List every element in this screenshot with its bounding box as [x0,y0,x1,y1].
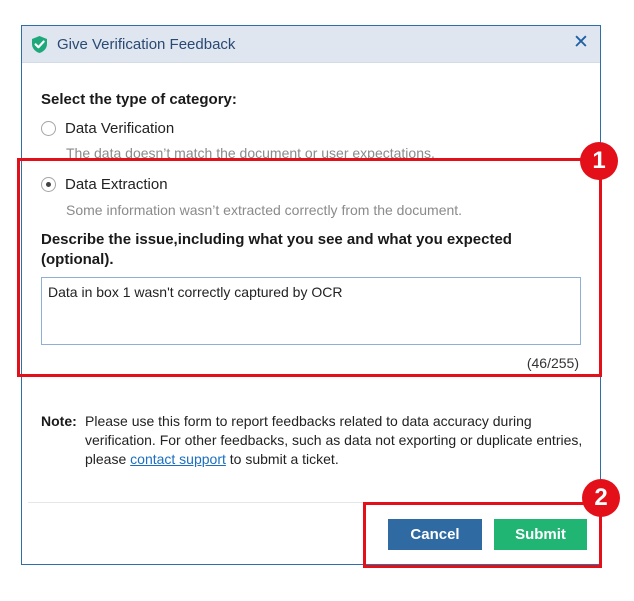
highlight-box-1 [17,158,602,377]
contact-support-link[interactable]: contact support [130,451,226,467]
dialog-titlebar: Give Verification Feedback ✕ [22,26,600,63]
verified-check-icon [30,35,49,54]
close-icon[interactable]: ✕ [572,32,590,54]
note-text-after-link: to submit a ticket. [225,451,339,467]
annotation-badge-1: 1 [580,142,618,180]
note-label: Note: [41,413,77,429]
radio-data-verification[interactable] [41,121,56,136]
note-text: Please use this form to report feedbacks… [85,412,585,469]
dialog-title: Give Verification Feedback [57,36,236,53]
option-label-data-verification[interactable]: Data Verification [65,120,174,137]
category-heading: Select the type of category: [41,91,237,108]
annotation-badge-2: 2 [582,479,620,517]
highlight-box-2 [363,502,602,568]
